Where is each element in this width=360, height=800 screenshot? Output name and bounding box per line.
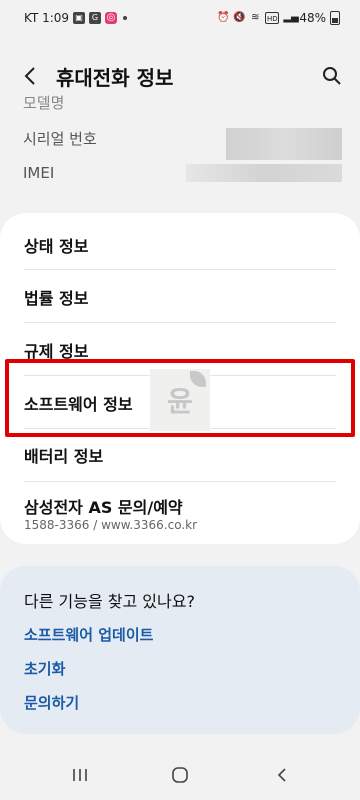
back-nav-button[interactable] bbox=[252, 750, 312, 800]
watermark-text: 윤 bbox=[167, 385, 193, 418]
watermark-logo: 윤 bbox=[150, 369, 210, 431]
link-contact-us[interactable]: 문의하기 bbox=[24, 692, 79, 713]
recent-apps-button[interactable] bbox=[50, 750, 110, 800]
home-button[interactable] bbox=[150, 750, 210, 800]
search-icon bbox=[323, 67, 341, 85]
menu-item-status[interactable]: 상태 정보 bbox=[0, 213, 360, 269]
menu-item-samsung-support[interactable]: 삼성전자 AS 문의/예약 1588-3366 / www.3366.co.kr bbox=[0, 482, 360, 544]
suggestions-card: 다른 기능을 찾고 있나요? 소프트웨어 업데이트 초기화 문의하기 bbox=[0, 566, 360, 734]
back-arrow-icon bbox=[277, 768, 286, 782]
serial-number-redacted bbox=[226, 128, 342, 160]
instagram-icon: ◎ bbox=[105, 12, 118, 24]
search-button[interactable] bbox=[318, 62, 346, 90]
navigation-bar bbox=[0, 750, 360, 800]
status-right: ⏰ 🔇 ≋ HD ▂▄ 48% bbox=[217, 11, 340, 25]
imei-redacted bbox=[186, 164, 342, 182]
status-bar: KT 1:09 ▣ G ◎ ⏰ 🔇 ≋ HD ▂▄ 48% bbox=[0, 0, 360, 36]
serial-number-label: 시리얼 번호 bbox=[23, 130, 97, 148]
battery-icon bbox=[330, 11, 340, 25]
home-icon bbox=[172, 767, 188, 783]
menu-item-label: 상태 정보 bbox=[24, 237, 89, 256]
alarm-icon: ⏰ bbox=[217, 12, 230, 23]
signal-icon: ▂▄ bbox=[283, 12, 299, 23]
battery-level: 48% bbox=[299, 11, 326, 25]
g-app-icon: G bbox=[89, 12, 102, 24]
more-notifications-icon bbox=[123, 16, 128, 20]
menu-item-label: 삼성전자 AS 문의/예약 bbox=[24, 498, 183, 517]
model-label: 모델명 bbox=[23, 94, 65, 112]
menu-item-label: 배터리 정보 bbox=[24, 447, 104, 466]
status-left: KT 1:09 ▣ G ◎ bbox=[24, 11, 128, 25]
wifi-icon: ≋ bbox=[251, 12, 260, 23]
menu-item-subtitle: 1588-3366 / www.3366.co.kr bbox=[24, 518, 198, 532]
link-software-update[interactable]: 소프트웨어 업데이트 bbox=[24, 624, 153, 645]
recent-apps-icon bbox=[73, 769, 87, 781]
page-title: 휴대전화 정보 bbox=[56, 65, 174, 90]
menu-item-legal[interactable]: 법률 정보 bbox=[0, 270, 360, 322]
suggestions-title: 다른 기능을 찾고 있나요? bbox=[24, 592, 195, 611]
status-time: KT 1:09 bbox=[24, 11, 70, 25]
volte-icon: HD bbox=[265, 12, 280, 24]
link-reset[interactable]: 초기화 bbox=[24, 658, 65, 679]
chevron-left-icon bbox=[24, 67, 35, 85]
menu-item-label: 법률 정보 bbox=[24, 289, 89, 308]
mute-icon: 🔇 bbox=[233, 12, 246, 23]
gallery-icon: ▣ bbox=[73, 12, 86, 24]
imei-label: IMEI bbox=[23, 164, 55, 182]
device-info-block: 모델명 시리얼 번호 IMEI bbox=[0, 88, 360, 200]
